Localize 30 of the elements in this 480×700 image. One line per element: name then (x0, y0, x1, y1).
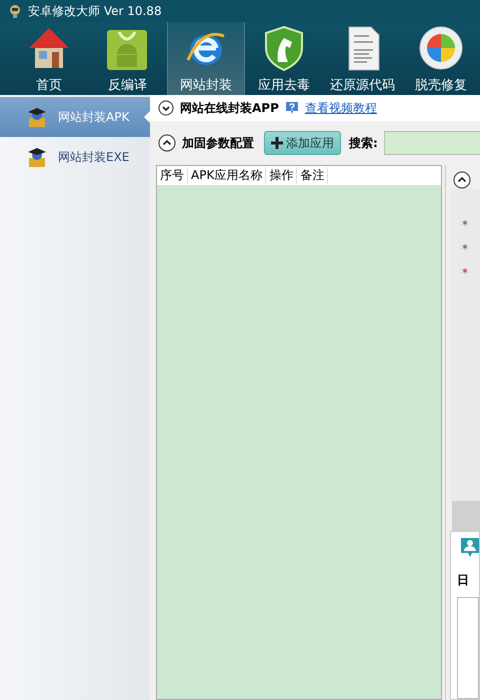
orb-icon (416, 24, 465, 72)
toolbar-tab[interactable]: 首页 (10, 22, 88, 95)
toolbar-tab[interactable]: 还原源代码 (323, 22, 402, 95)
chevron-down-icon[interactable] (158, 100, 174, 116)
window-title: 安卓修改大师 Ver 10.88 (28, 2, 162, 20)
column-header: 操作 (266, 167, 298, 184)
required-mark: * (462, 219, 469, 231)
graduate-icon (26, 146, 48, 168)
chevron-up-icon[interactable] (158, 134, 176, 152)
add-app-button[interactable]: 添加应用 (264, 131, 341, 155)
column-header: APK应用名称 (188, 167, 266, 184)
column-header: 序号 (157, 167, 188, 184)
plus-icon (271, 137, 283, 149)
toolbar-tab[interactable]: 反编译 (88, 22, 167, 95)
toolbar-tab[interactable]: 应用去毒 (245, 22, 324, 95)
sidebar-item[interactable]: 网站封装EXE (0, 137, 150, 177)
chevron-up-icon[interactable] (453, 171, 471, 189)
required-mark: * (462, 243, 469, 255)
column-header: 备注 (297, 167, 328, 184)
toolbar-tab[interactable]: 脱壳修复 (402, 22, 480, 95)
log-label: 日 (457, 572, 470, 589)
search-field[interactable] (384, 131, 480, 155)
config-title: 加固参数配置 (182, 134, 254, 152)
required-mark: * (462, 267, 469, 279)
toolbar-tab[interactable]: 网站封装 (166, 22, 246, 95)
help-icon (284, 101, 299, 115)
section-title: 网站在线封装APP (180, 100, 279, 116)
search-label: 搜索: (349, 134, 378, 152)
graduate-icon (26, 106, 48, 128)
video-tutorial-link[interactable]: 查看视频教程 (304, 100, 377, 116)
